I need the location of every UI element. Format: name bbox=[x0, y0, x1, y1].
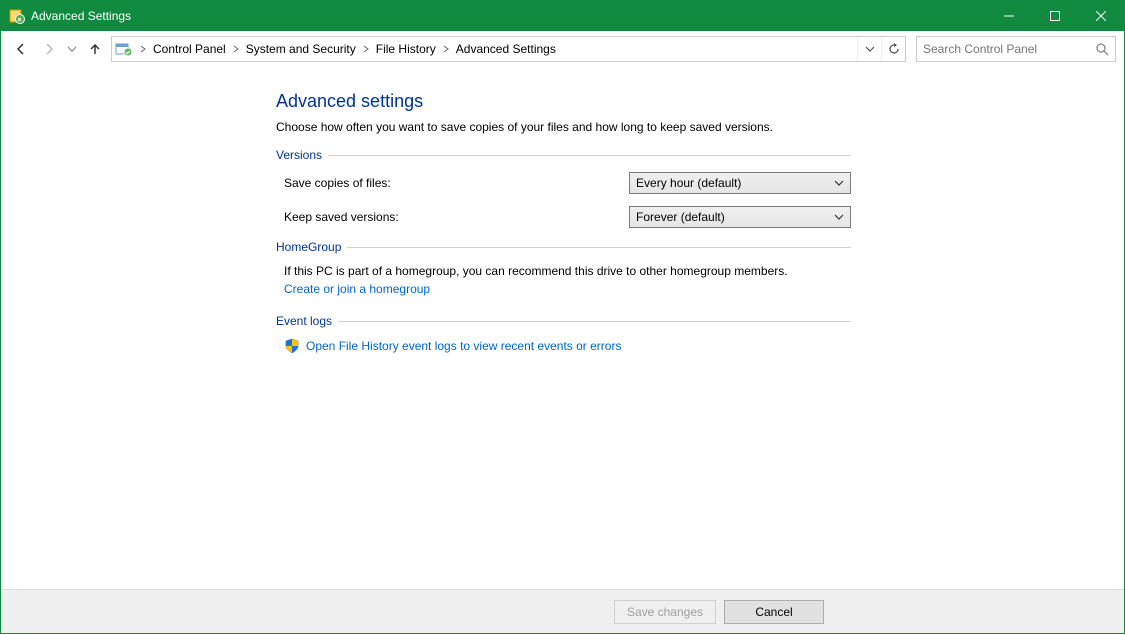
section-header-label: Versions bbox=[276, 148, 322, 162]
content-area: Advanced settings Choose how often you w… bbox=[1, 67, 1124, 589]
divider bbox=[328, 155, 851, 156]
minimize-button[interactable] bbox=[986, 1, 1032, 31]
cancel-button[interactable]: Cancel bbox=[724, 600, 824, 624]
homegroup-link[interactable]: Create or join a homegroup bbox=[284, 282, 430, 296]
breadcrumb-file-history[interactable]: File History bbox=[373, 37, 439, 61]
select-value: Every hour (default) bbox=[636, 176, 741, 190]
close-button[interactable] bbox=[1078, 1, 1124, 31]
recent-locations-button[interactable] bbox=[65, 37, 79, 61]
section-header-eventlogs: Event logs bbox=[276, 314, 851, 328]
breadcrumb-control-panel[interactable]: Control Panel bbox=[150, 37, 229, 61]
address-history-button[interactable] bbox=[857, 37, 881, 61]
section-header-versions: Versions bbox=[276, 148, 851, 162]
keep-versions-select[interactable]: Forever (default) bbox=[629, 206, 851, 228]
up-button[interactable] bbox=[83, 37, 107, 61]
search-box[interactable] bbox=[916, 36, 1116, 62]
section-header-label: HomeGroup bbox=[276, 240, 341, 254]
chevron-down-icon bbox=[834, 212, 844, 222]
section-header-homegroup: HomeGroup bbox=[276, 240, 851, 254]
keep-versions-label: Keep saved versions: bbox=[284, 210, 629, 224]
shield-icon bbox=[284, 338, 300, 354]
chevron-right-icon[interactable] bbox=[359, 37, 373, 61]
forward-button[interactable] bbox=[37, 37, 61, 61]
divider bbox=[338, 321, 851, 322]
app-icon bbox=[9, 8, 25, 24]
back-button[interactable] bbox=[9, 37, 33, 61]
chevron-right-icon[interactable] bbox=[229, 37, 243, 61]
chevron-down-icon bbox=[834, 178, 844, 188]
search-icon bbox=[1095, 42, 1109, 56]
save-copies-label: Save copies of files: bbox=[284, 176, 629, 190]
address-bar[interactable]: Control Panel System and Security File H… bbox=[111, 36, 906, 62]
navigation-bar: Control Panel System and Security File H… bbox=[1, 31, 1124, 67]
eventlogs-link[interactable]: Open File History event logs to view rec… bbox=[306, 339, 621, 353]
section-header-label: Event logs bbox=[276, 314, 332, 328]
page-description: Choose how often you want to save copies… bbox=[276, 120, 851, 134]
divider bbox=[347, 247, 851, 248]
chevron-right-icon[interactable] bbox=[136, 37, 150, 61]
footer-bar: Save changes Cancel bbox=[1, 589, 1124, 633]
homegroup-text: If this PC is part of a homegroup, you c… bbox=[284, 264, 851, 278]
save-changes-button[interactable]: Save changes bbox=[614, 600, 716, 624]
select-value: Forever (default) bbox=[636, 210, 725, 224]
breadcrumb-system-security[interactable]: System and Security bbox=[243, 37, 359, 61]
window-title: Advanced Settings bbox=[31, 9, 131, 23]
page-title: Advanced settings bbox=[276, 91, 851, 112]
title-bar: Advanced Settings bbox=[1, 1, 1124, 31]
control-panel-icon bbox=[114, 39, 134, 59]
save-copies-select[interactable]: Every hour (default) bbox=[629, 172, 851, 194]
breadcrumb-advanced-settings[interactable]: Advanced Settings bbox=[453, 37, 559, 61]
chevron-right-icon[interactable] bbox=[439, 37, 453, 61]
search-input[interactable] bbox=[923, 42, 1095, 56]
refresh-button[interactable] bbox=[881, 37, 905, 61]
maximize-button[interactable] bbox=[1032, 1, 1078, 31]
